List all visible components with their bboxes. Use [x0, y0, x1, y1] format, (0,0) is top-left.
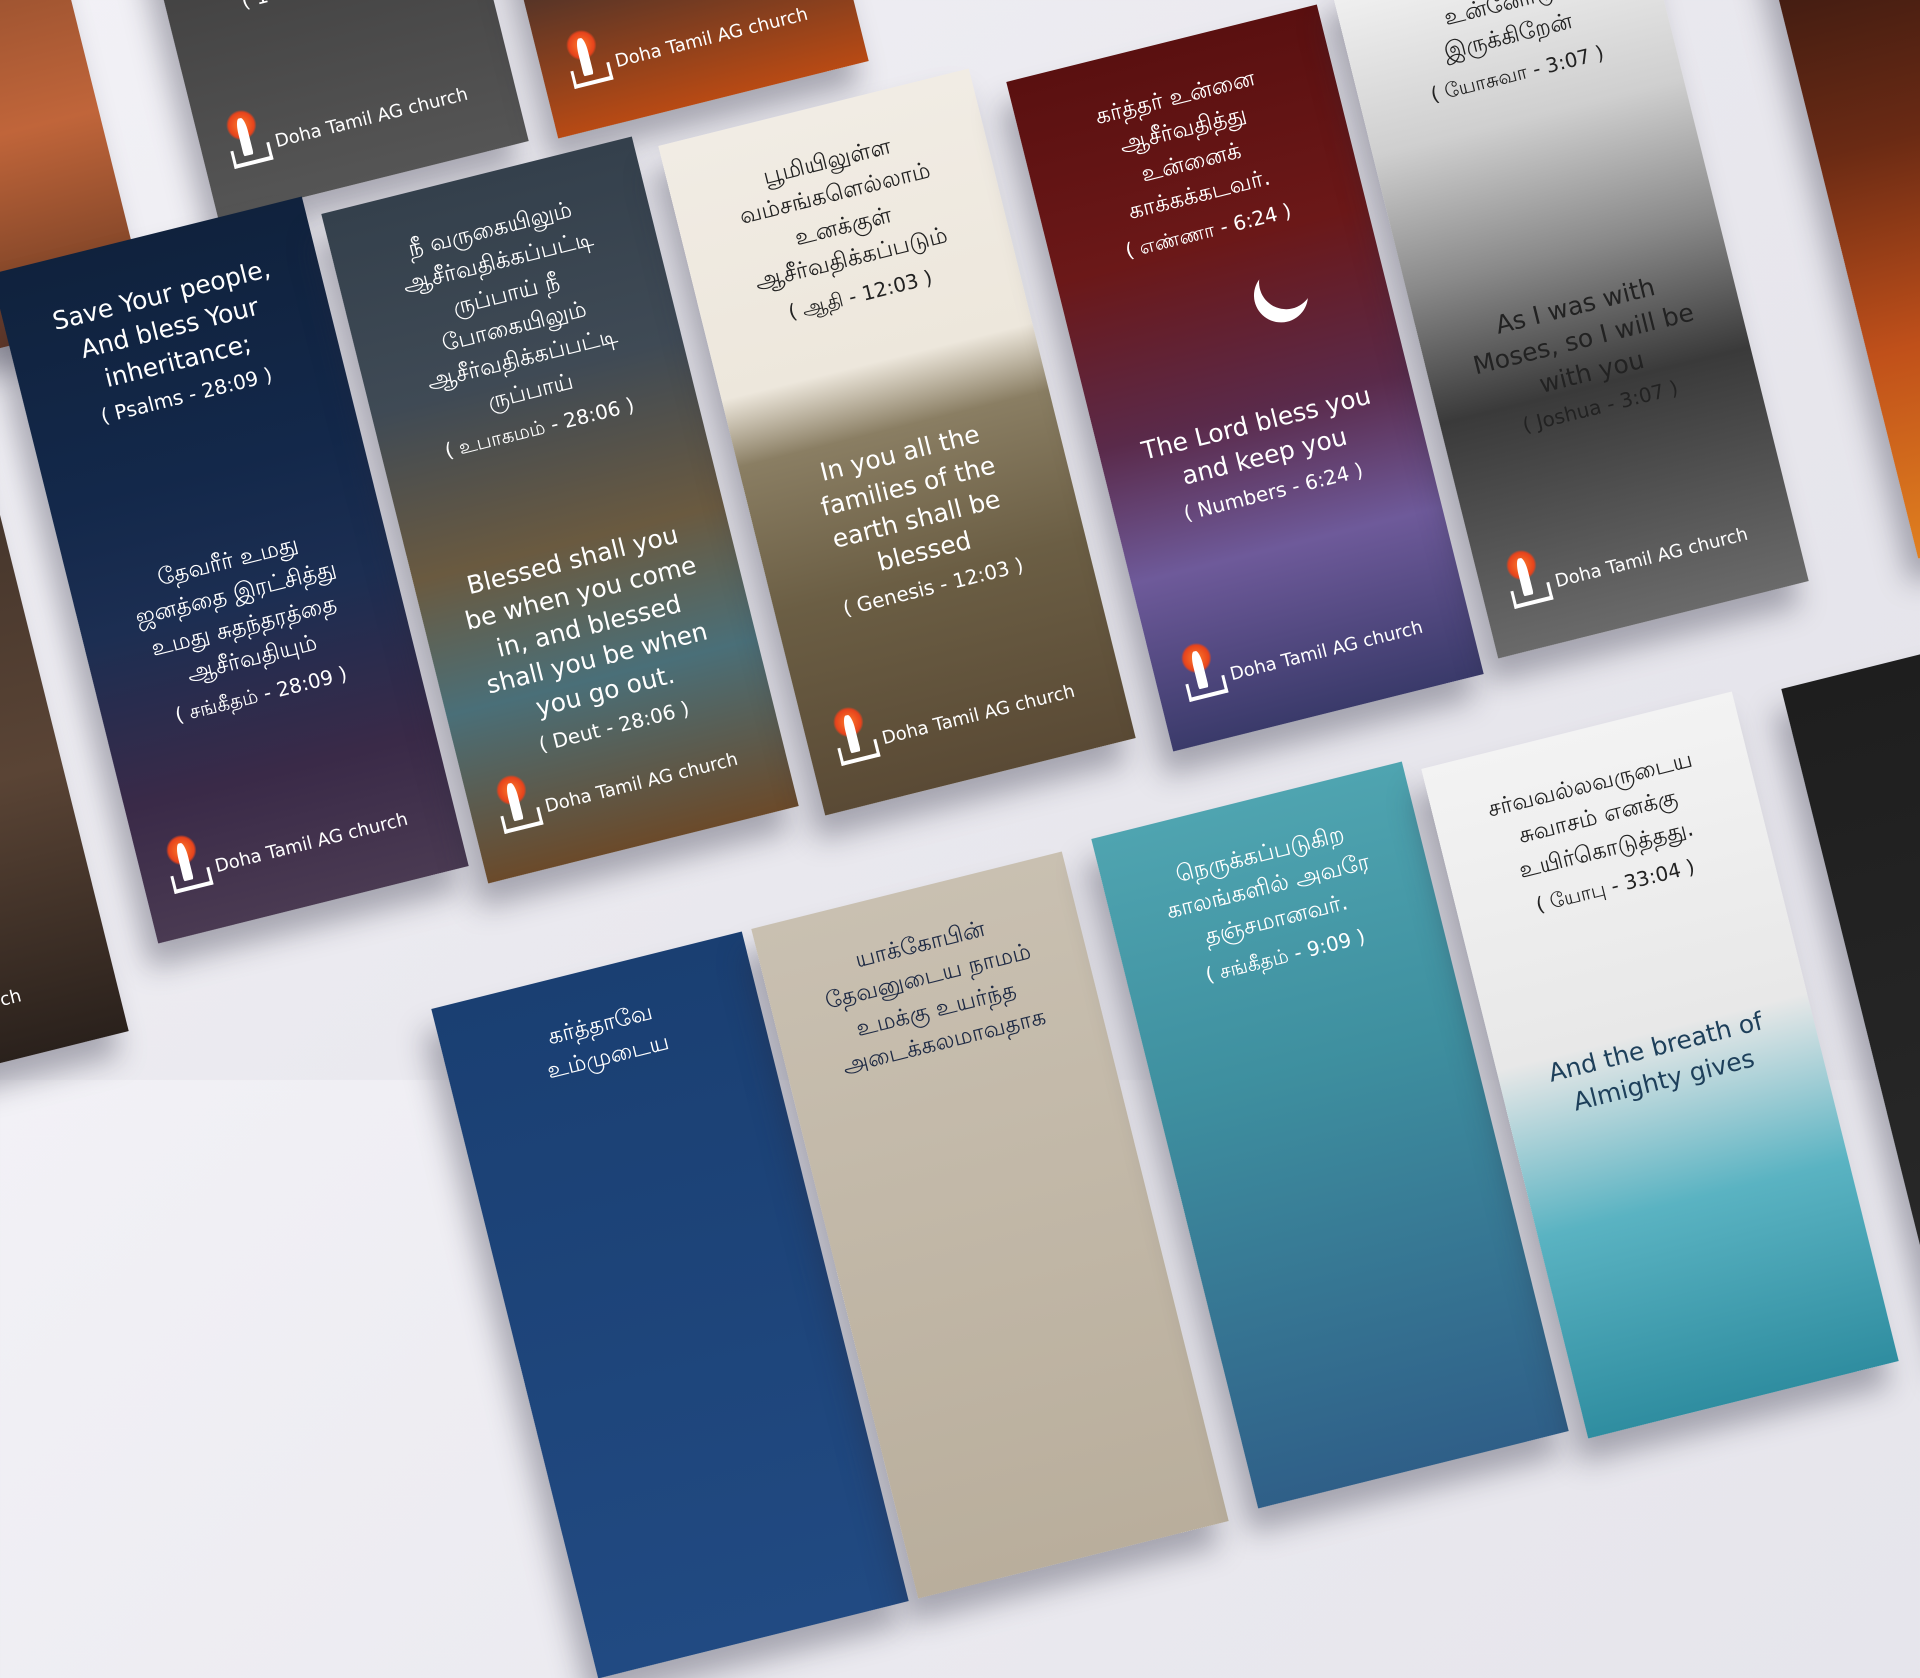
bookmark-bottom-verse: In you all the families of the earth sha… [741, 398, 1092, 638]
verse-reference: ( 1 Sam - 17:47 ) [194, 0, 453, 27]
bookmark-bottom-verse: The Lord bless you and keep you ( Number… [1097, 368, 1432, 543]
brand-name: Doha Tamil AG church [1227, 616, 1426, 686]
bookmark-top-verse: பூமியிலுள்ள வம்சங்களெல்லாம் உனக்குள் ஆசீ… [668, 107, 1019, 348]
brand-name: Doha Tamil AG church [212, 808, 411, 878]
brand-block: Doha Tamil AG church [559, 0, 812, 93]
bookmark-sam-ref-block: ( 1 Sam - 17:47 ) [164, 0, 483, 34]
bookmark-bottom-verse: And the breath of Almighty gives [1496, 992, 1823, 1135]
brand-name: Doha Tamil AG church [272, 83, 471, 153]
bookmark-top-verse: சர்வவல்லவருடைய சுவாசம் எனக்கு உயிர்கொடுத… [1431, 730, 1774, 938]
bookmark-top-verse: கர்த்தாவே உம்முடைய [441, 970, 768, 1112]
church-logo-icon [219, 106, 274, 173]
bookmark-top-verse: கர்த்தர் உன்னை ஆசீர்வதித்து உன்னைக் காக்… [1016, 43, 1367, 284]
bookmark-top-verse: உன்னோடு இருக்கிறேன் ( யோசுவா - 3:07 ) [1341, 0, 1676, 126]
brand-block: Doha Tamil AG church [159, 781, 412, 899]
brand-block: Doha Tamil AG church [219, 56, 472, 174]
church-logo-icon [1499, 546, 1554, 613]
brand-name: Doha Tamil AG church [879, 680, 1078, 750]
church-logo-icon [489, 771, 544, 838]
bookmark-top-verse: நீ வருகையிலும் ஆசீர்வதிக்கப்பட்டி ருப்பா… [331, 175, 698, 480]
bookmark-top-verse: நெருக்கப்படுகிற காலங்களில் அவரே தஞ்சமானவ… [1101, 800, 1444, 1008]
brand-name: Doha Tamil AG church [0, 985, 24, 1053]
church-logo-icon [159, 831, 214, 898]
brand-name: Doha Tamil AG church [612, 3, 811, 73]
church-logo-icon [1174, 639, 1229, 706]
brand-block: Doha Tamil AG church [1174, 589, 1427, 707]
church-logo-icon [559, 26, 614, 93]
crescent-moon-icon [1250, 247, 1321, 318]
brand-block: Doha Tamil AG church [1499, 496, 1752, 614]
bookmark-bottom-verse: தேவரீர் உமது ஜனத்தை இரட்சித்து உமது சுதந… [69, 507, 420, 748]
brand-block: Doha Tamil AG church [826, 653, 1079, 771]
bookmark-top-verse: Save Your people, And bless Your inherit… [2, 240, 345, 448]
bookmark-bottom-verse: As I was with Moses, so I will be with y… [1416, 251, 1759, 459]
brand-name: Doha Tamil AG church [1552, 523, 1751, 593]
church-logo-icon [826, 703, 881, 770]
brand-name: Doha Tamil AG church [542, 748, 741, 818]
bookmark-top-verse: யாக்கோபின் தேவனுடைய நாமம் உமக்கு உயர்ந்த… [761, 890, 1104, 1097]
brand-block: Doha Tamil AG church [0, 985, 26, 1063]
